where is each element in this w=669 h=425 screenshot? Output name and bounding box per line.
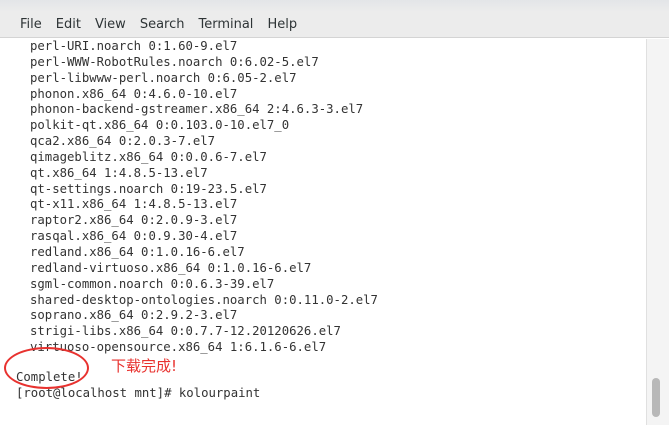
window-top-strip: [0, 0, 669, 12]
package-line: sgml-common.noarch 0:0.6.3-39.el7: [30, 276, 275, 291]
package-line: qt-x11.x86_64 1:4.8.5-13.el7: [30, 197, 238, 212]
menu-file[interactable]: File: [13, 14, 49, 36]
package-line: strigi-libs.x86_64 0:0.7.7-12.20120626.e…: [30, 324, 341, 339]
menu-edit[interactable]: Edit: [49, 14, 88, 36]
package-list: perl-URI.noarch 0:1.60-9.el7 perl-WWW-Ro…: [0, 39, 378, 356]
vertical-scrollbar[interactable]: [646, 39, 669, 425]
package-line: redland-virtuoso.x86_64 0:1.0.16-6.el7: [30, 260, 312, 275]
menu-view[interactable]: View: [88, 14, 133, 36]
package-line: qca2.x86_64 0:2.0.3-7.el7: [30, 134, 216, 149]
package-line: qimageblitz.x86_64 0:0.0.6-7.el7: [30, 149, 267, 164]
package-line: phonon.x86_64 0:4.6.0-10.el7: [30, 86, 238, 101]
scrollbar-thumb[interactable]: [652, 378, 660, 417]
package-line: phonon-backend-gstreamer.x86_64 2:4.6.3-…: [30, 102, 364, 117]
terminal-output[interactable]: perl-URI.noarch 0:1.60-9.el7 perl-WWW-Ro…: [0, 39, 646, 425]
package-line: perl-libwww-perl.noarch 0:6.05-2.el7: [30, 70, 297, 85]
package-line: raptor2.x86_64 0:2.0.9-3.el7: [30, 213, 238, 228]
package-line: perl-URI.noarch 0:1.60-9.el7: [30, 39, 238, 53]
package-line: perl-WWW-RobotRules.noarch 0:6.02-5.el7: [30, 54, 319, 69]
package-line: polkit-qt.x86_64 0:0.103.0-10.el7_0: [30, 118, 290, 133]
menu-search[interactable]: Search: [133, 14, 192, 36]
package-line: qt-settings.noarch 0:19-23.5.el7: [30, 181, 267, 196]
annotation-circle: [4, 347, 89, 389]
terminal-window: File Edit View Search Terminal Help perl…: [0, 0, 669, 425]
menu-help[interactable]: Help: [260, 14, 304, 36]
menu-terminal[interactable]: Terminal: [191, 14, 260, 36]
annotation-label: 下载完成!: [111, 357, 178, 375]
package-line: soprano.x86_64 0:2.9.2-3.el7: [30, 308, 238, 323]
package-line: qt.x86_64 1:4.8.5-13.el7: [30, 165, 208, 180]
package-line: shared-desktop-ontologies.noarch 0:0.11.…: [30, 292, 378, 307]
menu-bar: File Edit View Search Terminal Help: [0, 12, 669, 38]
package-line: redland.x86_64 0:1.0.16-6.el7: [30, 244, 245, 259]
package-line: rasqal.x86_64 0:0.9.30-4.el7: [30, 229, 238, 244]
